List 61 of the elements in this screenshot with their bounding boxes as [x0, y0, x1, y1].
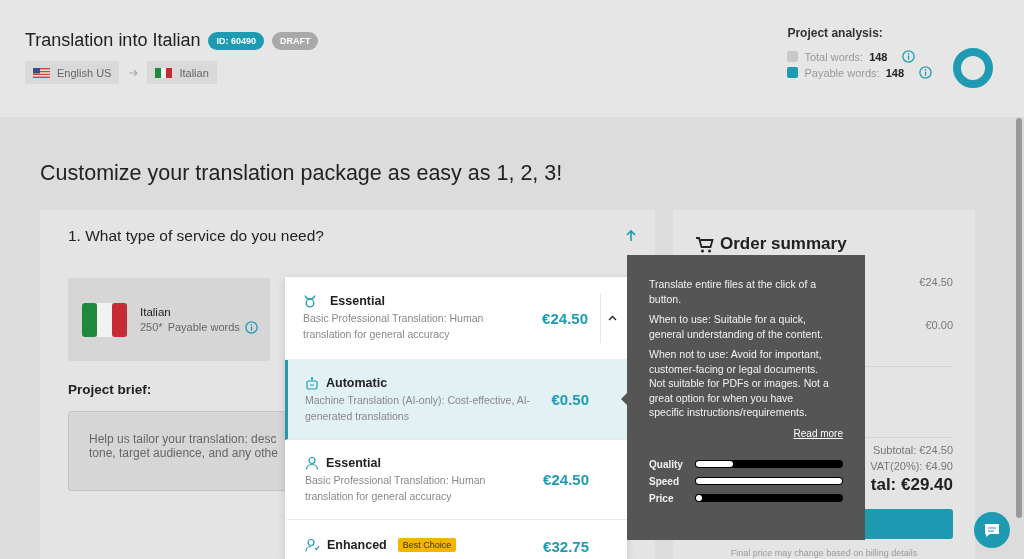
brief-label: Project brief:: [68, 382, 152, 397]
word-count-label: Payable words: [167, 321, 240, 333]
us-flag-icon: [33, 67, 50, 78]
metric-label: Price: [649, 492, 675, 504]
chat-button[interactable]: [974, 512, 1010, 548]
source-language-label: English US: [57, 66, 112, 79]
total-amount: tal: €29.40: [869, 475, 953, 495]
language-name: Italian: [140, 305, 172, 318]
metric-label: Speed: [649, 475, 680, 487]
best-choice-badge: Best Choice: [397, 538, 457, 552]
robot-icon: [305, 375, 319, 390]
metric-label: Quality: [649, 458, 684, 470]
tooltip-text: When not to use: Avoid for important, customer-facing or legal documents. Not suitable for PDFs or images. Not a great option for when you have specific instructions/requirements.: [649, 347, 830, 420]
info-icon[interactable]: [919, 66, 932, 79]
info-icon[interactable]: [902, 50, 916, 63]
arrow-icon: [128, 67, 139, 78]
status-badge: DRAFT: [271, 31, 319, 50]
option-name: Essential: [326, 455, 381, 470]
option-description: Machine Translation (AI-only): Cost-effective, AI-generated translations: [305, 392, 532, 424]
target-language-label: Italian: [179, 66, 209, 79]
legend-label: Total words:: [804, 50, 864, 63]
option-name: Enhanced: [327, 538, 387, 552]
service-name: Essential: [330, 294, 385, 308]
italy-flag-icon: [155, 67, 173, 78]
service-option[interactable]: Automatic Machine Translation (AI-only): Cost-effective, AI-generated translations €0.50: [285, 360, 627, 440]
service-option[interactable]: Enhanced Best Choice €32.75: [285, 520, 627, 559]
option-description: Basic Professional Translation: Human translation for general accuracy: [305, 472, 487, 504]
option-price: €24.50: [542, 471, 590, 488]
billing-note: Final price may change based on billing details: [729, 548, 919, 558]
subtotal: Subtotal: €24.50: [871, 444, 953, 456]
italy-flag-icon: [82, 302, 127, 337]
summary-amount: €0.00: [925, 319, 953, 331]
service-price: €24.50: [541, 309, 589, 327]
tooltip-text: Translate entire files at the click of a button.: [649, 277, 818, 306]
option-price: €32.75: [542, 538, 590, 555]
legend-value: 148: [869, 50, 888, 63]
read-more-link[interactable]: Read more: [649, 427, 843, 439]
service-icon: [303, 294, 317, 308]
cart-icon: [695, 235, 714, 253]
tooltip-text: When to use: Suitable for a quick, general understanding of the content.: [649, 312, 824, 341]
option-name: Automatic: [326, 375, 388, 390]
summary-title: Order summary: [720, 234, 847, 254]
legend-value: 148: [885, 66, 904, 79]
project-id-badge: ID: 60490: [208, 31, 264, 50]
person-icon: [305, 455, 319, 470]
legend-label: Payable words:: [804, 66, 880, 79]
chevron-up-icon[interactable]: [607, 315, 617, 321]
summary-amount: €24.50: [919, 276, 953, 288]
page-heading: Customize your translation package as easy as 1, 2, 3!: [40, 161, 564, 186]
donut-chart-drawing: [952, 47, 994, 89]
collapse-arrow-icon[interactable]: [625, 229, 637, 243]
service-description: Basic Professional Translation: Human translation for general accuracy: [303, 311, 485, 342]
person-check-icon: [305, 538, 320, 552]
section-title: 1. What type of service do you need?: [68, 227, 324, 245]
option-price: €0.50: [550, 391, 590, 408]
word-count: 250*: [140, 321, 163, 333]
chat-icon: [983, 522, 1001, 538]
analysis-title: Project analysis:: [787, 26, 884, 40]
vat-amount: VAT(20%): €4.90: [869, 460, 953, 472]
project-title: Translation into Italian: [25, 30, 201, 51]
info-icon[interactable]: [244, 320, 258, 334]
